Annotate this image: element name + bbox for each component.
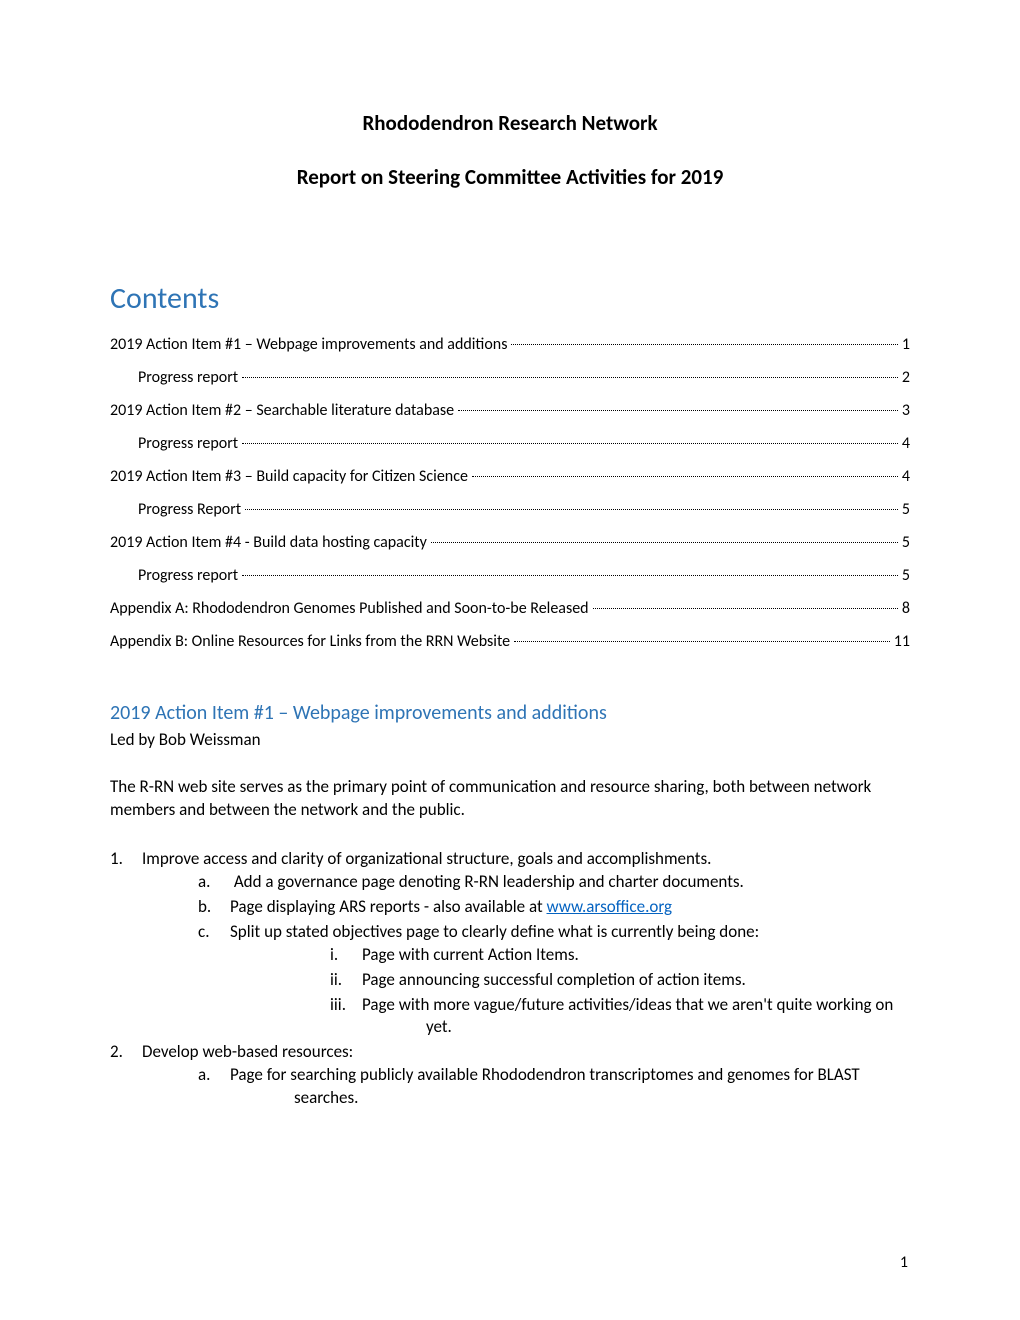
toc-dots: [514, 641, 890, 642]
list-marker: 2.: [110, 1041, 142, 1064]
toc-page: 5: [902, 566, 910, 585]
page-number: 1: [900, 1253, 908, 1272]
toc-page: 5: [902, 500, 910, 519]
toc-text: Progress Report: [138, 500, 241, 519]
list-text: Improve access and clarity of organizati…: [142, 848, 711, 869]
toc-entry[interactable]: Appendix A: Rhododendron Genomes Publish…: [110, 599, 910, 618]
list-item: 1.Improve access and clarity of organiza…: [110, 848, 910, 1040]
list-text: Split up stated objectives page to clear…: [230, 921, 759, 942]
section-heading: 2019 Action Item #1 – Webpage improvemen…: [110, 701, 910, 725]
table-of-contents: 2019 Action Item #1 – Webpage improvemen…: [110, 335, 910, 651]
toc-text: Appendix A: Rhododendron Genomes Publish…: [110, 599, 589, 618]
section-byline: Led by Bob Weissman: [110, 729, 910, 750]
list-text: Page displaying ARS reports - also avail…: [230, 896, 672, 917]
contents-heading: Contents: [110, 280, 910, 317]
toc-dots: [245, 509, 898, 510]
list-text: Add a governance page denoting R-RN lead…: [230, 871, 744, 892]
list-item: a. Add a governance page denoting R-RN l…: [198, 871, 910, 894]
list-text: Develop web-based resources:: [142, 1041, 353, 1062]
toc-dots: [458, 410, 898, 411]
toc-entry[interactable]: Progress report 5: [110, 566, 910, 585]
toc-entry[interactable]: Progress report 4: [110, 434, 910, 453]
toc-dots: [593, 608, 898, 609]
toc-page: 4: [902, 434, 910, 453]
toc-dots: [472, 476, 898, 477]
list-text: Page announcing successful completion of…: [362, 969, 746, 990]
toc-text: Progress report: [138, 368, 238, 387]
toc-text: Progress report: [138, 566, 238, 585]
body-paragraph: The R-RN web site serves as the primary …: [110, 776, 910, 822]
ordered-list: 1.Improve access and clarity of organiza…: [110, 848, 910, 1110]
list-marker: ii.: [330, 969, 362, 992]
toc-page: 4: [902, 467, 910, 486]
toc-page: 2: [902, 368, 910, 387]
toc-dots: [431, 542, 898, 543]
list-text: Page for searching publicly available Rh…: [230, 1064, 860, 1108]
document-title: Rhododendron Research Network: [110, 110, 910, 136]
toc-dots: [242, 443, 898, 444]
toc-entry[interactable]: 2019 Action Item #2 – Searchable literat…: [110, 401, 910, 420]
list-marker: c.: [198, 921, 230, 944]
toc-text: 2019 Action Item #4 - Build data hosting…: [110, 533, 427, 552]
toc-page: 8: [902, 599, 910, 618]
toc-page: 3: [902, 401, 910, 420]
toc-dots: [242, 377, 898, 378]
list-marker: a.: [198, 871, 230, 894]
toc-text: 2019 Action Item #3 – Build capacity for…: [110, 467, 468, 486]
list-marker: 1.: [110, 848, 142, 871]
toc-page: 1: [902, 335, 910, 354]
list-text: Page with more vague/future activities/i…: [362, 994, 893, 1038]
toc-entry[interactable]: 2019 Action Item #1 – Webpage improvemen…: [110, 335, 910, 354]
list-text: Page with current Action Items.: [362, 944, 579, 965]
list-marker: i.: [330, 944, 362, 967]
ordered-list: a. Add a governance page denoting R-RN l…: [198, 871, 910, 1040]
list-marker: a.: [198, 1064, 230, 1087]
list-marker: b.: [198, 896, 230, 919]
toc-entry[interactable]: Appendix B: Online Resources for Links f…: [110, 632, 910, 651]
list-marker: iii.: [330, 994, 362, 1017]
toc-entry[interactable]: Progress Report 5: [110, 500, 910, 519]
toc-dots: [511, 344, 897, 345]
list-item: a.Page for searching publicly available …: [198, 1064, 910, 1110]
ordered-list: a.Page for searching publicly available …: [198, 1064, 910, 1110]
list-item: ii.Page announcing successful completion…: [330, 969, 910, 992]
toc-text: 2019 Action Item #2 – Searchable literat…: [110, 401, 454, 420]
ordered-list: i.Page with current Action Items. ii.Pag…: [330, 944, 910, 1040]
list-item: iii.Page with more vague/future activiti…: [330, 994, 910, 1040]
list-item: i.Page with current Action Items.: [330, 944, 910, 967]
toc-text: Appendix B: Online Resources for Links f…: [110, 632, 510, 651]
toc-entry[interactable]: 2019 Action Item #3 – Build capacity for…: [110, 467, 910, 486]
external-link[interactable]: www.arsoffice.org: [547, 896, 673, 917]
list-item: b.Page displaying ARS reports - also ava…: [198, 896, 910, 919]
list-item: c.Split up stated objectives page to cle…: [198, 921, 910, 1040]
list-item: 2.Develop web-based resources: a.Page fo…: [110, 1041, 910, 1110]
document-subtitle: Report on Steering Committee Activities …: [110, 164, 910, 190]
toc-dots: [242, 575, 898, 576]
toc-text: Progress report: [138, 434, 238, 453]
toc-page: 11: [894, 632, 910, 651]
toc-entry[interactable]: 2019 Action Item #4 - Build data hosting…: [110, 533, 910, 552]
toc-entry[interactable]: Progress report 2: [110, 368, 910, 387]
toc-page: 5: [902, 533, 910, 552]
toc-text: 2019 Action Item #1 – Webpage improvemen…: [110, 335, 507, 354]
